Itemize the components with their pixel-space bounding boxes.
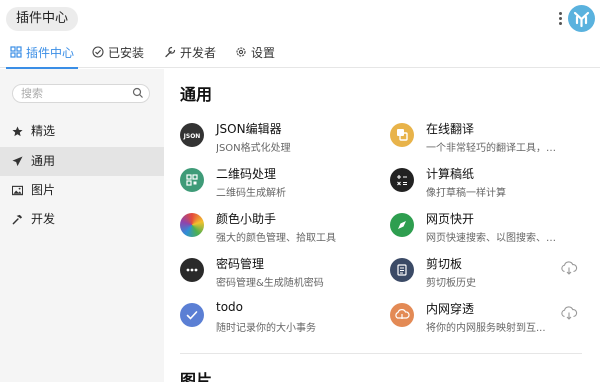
- sidebar-item-featured[interactable]: 精选: [0, 117, 164, 146]
- plugin-card[interactable]: 二维码处理 二维码生成解析: [180, 163, 380, 203]
- check-circle-icon: [92, 46, 104, 58]
- plugin-description: 密码管理&生成随机密码: [216, 278, 324, 289]
- plugin-name: 计算稿纸: [426, 167, 475, 181]
- search-input[interactable]: [21, 86, 131, 101]
- color-wheel-icon: [180, 213, 204, 237]
- plugin-name: 在线翻译: [426, 122, 475, 136]
- cloud-download-icon[interactable]: [560, 261, 578, 275]
- qrcode-icon: [180, 168, 204, 192]
- compass-icon: [390, 213, 414, 237]
- search-icon[interactable]: [132, 87, 144, 99]
- plugin-card[interactable]: JSON JSON编辑器 JSON格式化处理: [180, 118, 380, 158]
- sidebar: 精选 通用 图片 开发: [0, 69, 164, 382]
- plugin-description: 剪切板历史: [426, 278, 476, 289]
- plugin-card[interactable]: 计算稿纸 像打草稿一样计算: [390, 163, 590, 203]
- sidebar-item-label: 开发: [31, 212, 56, 226]
- section-title: 图片: [180, 371, 213, 382]
- plugin-description: JSON格式化处理: [216, 143, 291, 154]
- plugin-card[interactable]: 剪切板 剪切板历史: [390, 253, 590, 293]
- translate-icon: [390, 123, 414, 147]
- svg-text:JSON: JSON: [183, 133, 201, 140]
- plugin-card[interactable]: 密码管理 密码管理&生成随机密码: [180, 253, 380, 293]
- plugin-card[interactable]: 在线翻译 一个非常轻巧的翻译工具，不巧...: [390, 118, 590, 158]
- search-box[interactable]: [12, 84, 150, 103]
- section-title: 通用: [180, 85, 213, 104]
- tab-settings[interactable]: 设置: [235, 42, 275, 68]
- calculator-icon: [390, 168, 414, 192]
- main-content: 通用 JSON JSON编辑器 JSON格式化处理 在线翻译 一个非常轻巧的翻译…: [164, 69, 600, 382]
- clipboard-icon: [390, 258, 414, 282]
- password-icon: [180, 258, 204, 282]
- image-icon: [12, 185, 23, 196]
- paper-plane-icon: [12, 156, 23, 167]
- plugin-name: 密码管理: [216, 257, 265, 271]
- cloud-download-icon[interactable]: [560, 306, 578, 320]
- plugin-name: 颜色小助手: [216, 212, 277, 226]
- check-icon: [180, 303, 204, 327]
- plugin-name: 网页快开: [426, 212, 475, 226]
- logo-icon: [573, 11, 590, 28]
- tab-label: 插件中心: [26, 46, 75, 60]
- plugin-description: 像打草稿一样计算: [426, 188, 506, 199]
- plugin-card[interactable]: 颜色小助手 强大的颜色管理、拾取工具: [180, 208, 380, 248]
- sidebar-item-label: 精选: [31, 124, 56, 138]
- plugin-name: 二维码处理: [216, 167, 277, 181]
- tab-label: 开发者: [180, 46, 217, 60]
- grid-icon: [10, 46, 22, 58]
- tab-label: 已安装: [108, 46, 145, 60]
- plugin-card[interactable]: todo 随时记录你的大小事务: [180, 298, 380, 338]
- plugin-name: JSON编辑器: [216, 122, 282, 136]
- plugin-card[interactable]: 网页快开 网页快速搜索、以图搜索、移动...: [390, 208, 590, 248]
- app-title: 插件中心: [6, 7, 79, 31]
- tab-developer[interactable]: 开发者: [164, 42, 216, 68]
- tab-plugin-center[interactable]: 插件中心: [5, 42, 79, 69]
- tab-label: 设置: [251, 46, 276, 60]
- section-divider: [180, 353, 582, 354]
- star-icon: [12, 126, 23, 137]
- sidebar-item-develop[interactable]: 开发: [0, 205, 164, 234]
- plugin-description: 强大的颜色管理、拾取工具: [216, 233, 336, 244]
- plugin-name: todo: [216, 300, 244, 314]
- json-icon: JSON: [180, 123, 204, 147]
- gear-icon: [236, 47, 246, 57]
- plugin-description: 将你的内网服务映射到互...: [426, 323, 546, 334]
- plugin-description: 随时记录你的大小事务: [216, 323, 316, 334]
- plugin-card[interactable]: 内网穿透 将你的内网服务映射到互...: [390, 298, 590, 338]
- plugin-name: 剪切板: [426, 257, 463, 271]
- plugin-description: 一个非常轻巧的翻译工具，不巧...: [426, 143, 560, 154]
- sidebar-item-image[interactable]: 图片: [0, 176, 164, 205]
- wrench-icon: [165, 46, 176, 58]
- tab-bar: 插件中心 已安装 开发者 设置: [0, 42, 600, 69]
- sidebar-item-label: 图片: [31, 183, 56, 197]
- sidebar-item-label: 通用: [31, 154, 56, 168]
- sidebar-item-general[interactable]: 通用: [0, 147, 164, 176]
- plugin-description: 网页快速搜索、以图搜索、移动...: [426, 233, 560, 244]
- tab-installed[interactable]: 已安装: [92, 42, 144, 68]
- top-bar: 插件中心: [0, 0, 600, 40]
- hammer-icon: [12, 214, 23, 225]
- plugin-name: 内网穿透: [426, 302, 475, 316]
- avatar[interactable]: [568, 5, 595, 32]
- plugin-description: 二维码生成解析: [216, 188, 286, 199]
- more-options-icon[interactable]: [556, 10, 564, 30]
- tunnel-icon: [390, 303, 414, 327]
